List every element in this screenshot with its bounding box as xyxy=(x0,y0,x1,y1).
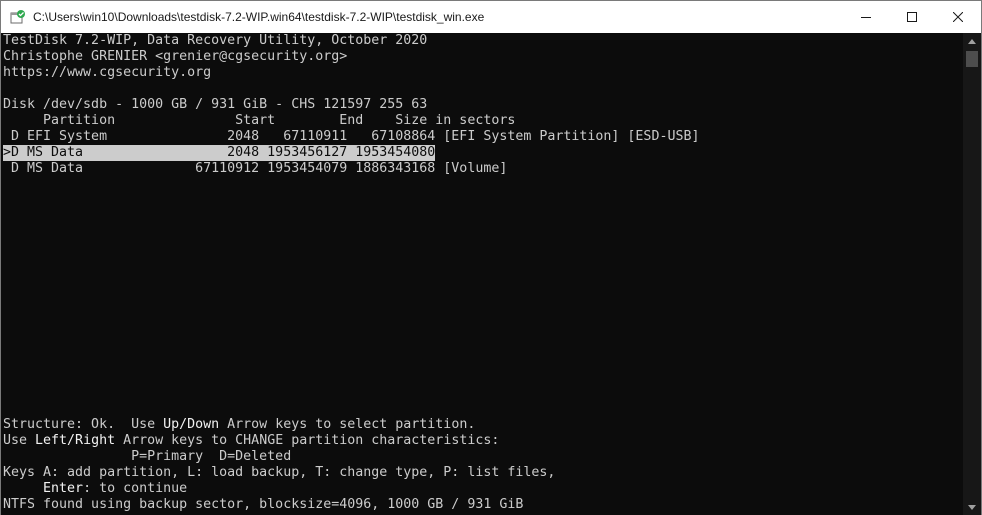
scroll-down-button[interactable] xyxy=(963,499,981,515)
help-text: : to continue xyxy=(83,481,188,496)
header-line-url: https://www.cgsecurity.org xyxy=(3,65,212,80)
help-key-enter: Enter xyxy=(43,481,84,496)
help-indent xyxy=(3,481,43,496)
help-change-line: Use Left/Right Arrow keys to CHANGE part… xyxy=(3,433,499,449)
help-structure-line: Structure: Ok. Use Up/Down Arrow keys to… xyxy=(3,417,475,433)
help-key-updown: Up/Down xyxy=(163,417,220,432)
maximize-button[interactable] xyxy=(889,1,935,33)
header-line-version: TestDisk 7.2-WIP, Data Recovery Utility,… xyxy=(3,33,428,48)
header-line-author: Christophe GRENIER <grenier@cgsecurity.o… xyxy=(3,49,348,64)
help-text: Use xyxy=(3,433,36,448)
title-bar[interactable]: C:\Users\win10\Downloads\testdisk-7.2-WI… xyxy=(1,1,981,33)
console-app-icon[interactable] xyxy=(10,9,26,25)
partition-row-selected[interactable]: >D MS Data 2048 1953456127 1953454080 xyxy=(3,145,436,161)
help-keys-line: Keys A: add partition, L: load backup, T… xyxy=(3,465,556,480)
minimize-icon xyxy=(861,17,871,18)
help-text: Arrow keys to CHANGE partition character… xyxy=(115,433,500,448)
disk-info: Disk /dev/sdb - 1000 GB / 931 GiB - CHS … xyxy=(3,97,428,112)
close-button[interactable] xyxy=(935,1,981,33)
chevron-down-icon xyxy=(968,504,976,510)
help-enter-line: Enter: to continue xyxy=(3,481,187,497)
maximize-icon xyxy=(907,12,917,22)
help-legend-line: P=Primary D=Deleted xyxy=(3,449,292,464)
help-text: Structure: Ok. Use xyxy=(3,417,164,432)
window-title: C:\Users\win10\Downloads\testdisk-7.2-WI… xyxy=(33,10,485,24)
close-icon xyxy=(953,12,963,22)
scroll-up-button[interactable] xyxy=(963,33,981,49)
partition-row[interactable]: D EFI System 2048 67110911 67108864 [EFI… xyxy=(3,129,699,145)
partition-columns-header: Partition Start End Size in sectors xyxy=(3,113,516,128)
console-window: C:\Users\win10\Downloads\testdisk-7.2-WI… xyxy=(0,0,982,515)
partition-row[interactable]: D MS Data 67110912 1953454079 1886343168… xyxy=(3,161,507,177)
vertical-scrollbar[interactable] xyxy=(963,33,981,515)
console-output[interactable]: TestDisk 7.2-WIP, Data Recovery Utility,… xyxy=(1,33,963,515)
status-line: NTFS found using backup sector, blocksiz… xyxy=(3,497,524,512)
help-text: Arrow keys to select partition. xyxy=(219,417,476,432)
minimize-button[interactable] xyxy=(843,1,889,33)
scrollbar-thumb[interactable] xyxy=(966,51,978,67)
help-key-leftright: Left/Right xyxy=(35,433,116,448)
chevron-up-icon xyxy=(968,38,976,44)
